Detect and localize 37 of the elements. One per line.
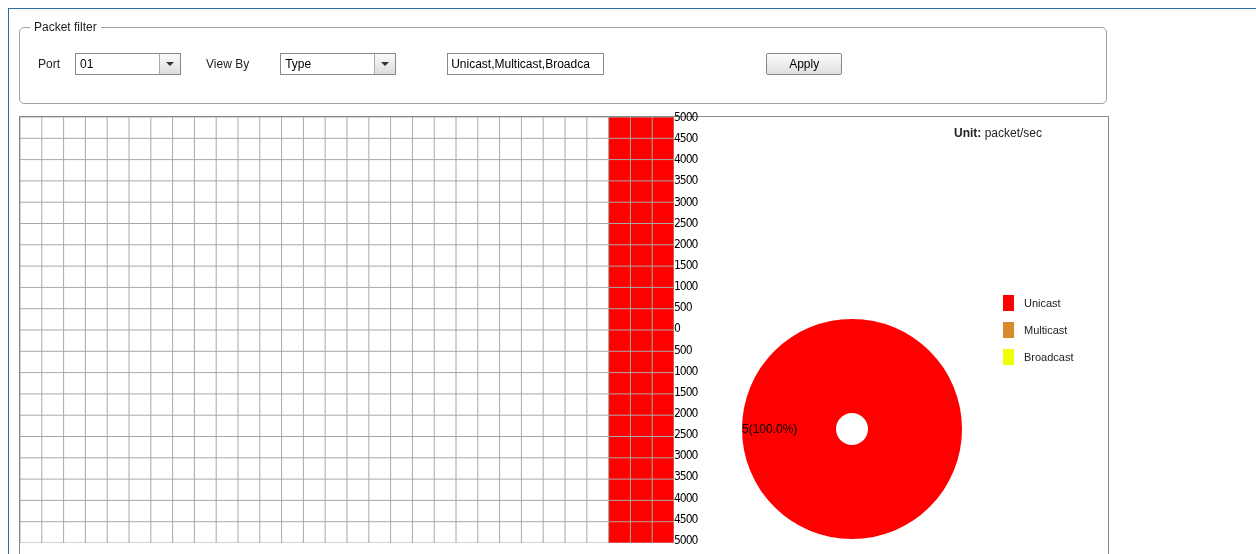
axis-tick-label: 4000 xyxy=(674,490,699,507)
axis-tick-label: 2000 xyxy=(674,236,699,253)
axis-tick-label: 1000 xyxy=(674,279,699,296)
dropdown-button[interactable] xyxy=(374,54,396,74)
axis-tick-label: 4000 xyxy=(674,152,699,169)
axis-tick-label: 500 xyxy=(674,342,693,359)
caret-icon xyxy=(166,62,174,66)
axis-tick-label: 4500 xyxy=(674,131,699,148)
panel-title: Packet filter xyxy=(33,20,98,34)
axis-tick-label: 2500 xyxy=(674,215,699,232)
axis-tick-label: 2500 xyxy=(674,427,699,444)
axis-tick-label: 500 xyxy=(674,300,693,317)
slice-label: 5(100.0%) xyxy=(742,422,798,436)
legend-label: Multicast xyxy=(1024,324,1068,336)
axis-tick-label: 2000 xyxy=(674,405,699,422)
legend-label: Broadcast xyxy=(1024,351,1074,363)
axis-tick-label: 5000 xyxy=(674,532,699,549)
axis-tick-label: 3500 xyxy=(674,469,699,486)
axis-tick-label: 5000 xyxy=(674,110,699,126)
apply-button[interactable]: Apply xyxy=(766,53,843,75)
caret-icon xyxy=(381,62,390,66)
axis-tick-label: 1500 xyxy=(674,258,699,274)
axis-tick-label: 3000 xyxy=(674,194,699,211)
port-label: Port xyxy=(38,57,60,71)
view-by-label: View By xyxy=(206,57,250,71)
port-select[interactable]: 01 xyxy=(75,53,181,75)
axis-tick-label: 1500 xyxy=(674,384,699,401)
axis-tick-label: 0 xyxy=(674,321,681,338)
axis-tick-label: 1000 xyxy=(674,363,699,380)
unit-text: Unit: packet/sec xyxy=(954,126,1044,140)
axis-tick-label: 4500 xyxy=(674,511,699,528)
dropdown-button[interactable] xyxy=(159,54,180,74)
axis-tick-label: 3500 xyxy=(674,173,699,190)
types-field[interactable]: Unicast,Multicast,Broadca xyxy=(447,53,605,75)
axis-tick-label: 3000 xyxy=(674,448,699,465)
legend-label: Unicast xyxy=(1024,297,1061,309)
view-by-select[interactable]: Type xyxy=(280,53,397,75)
